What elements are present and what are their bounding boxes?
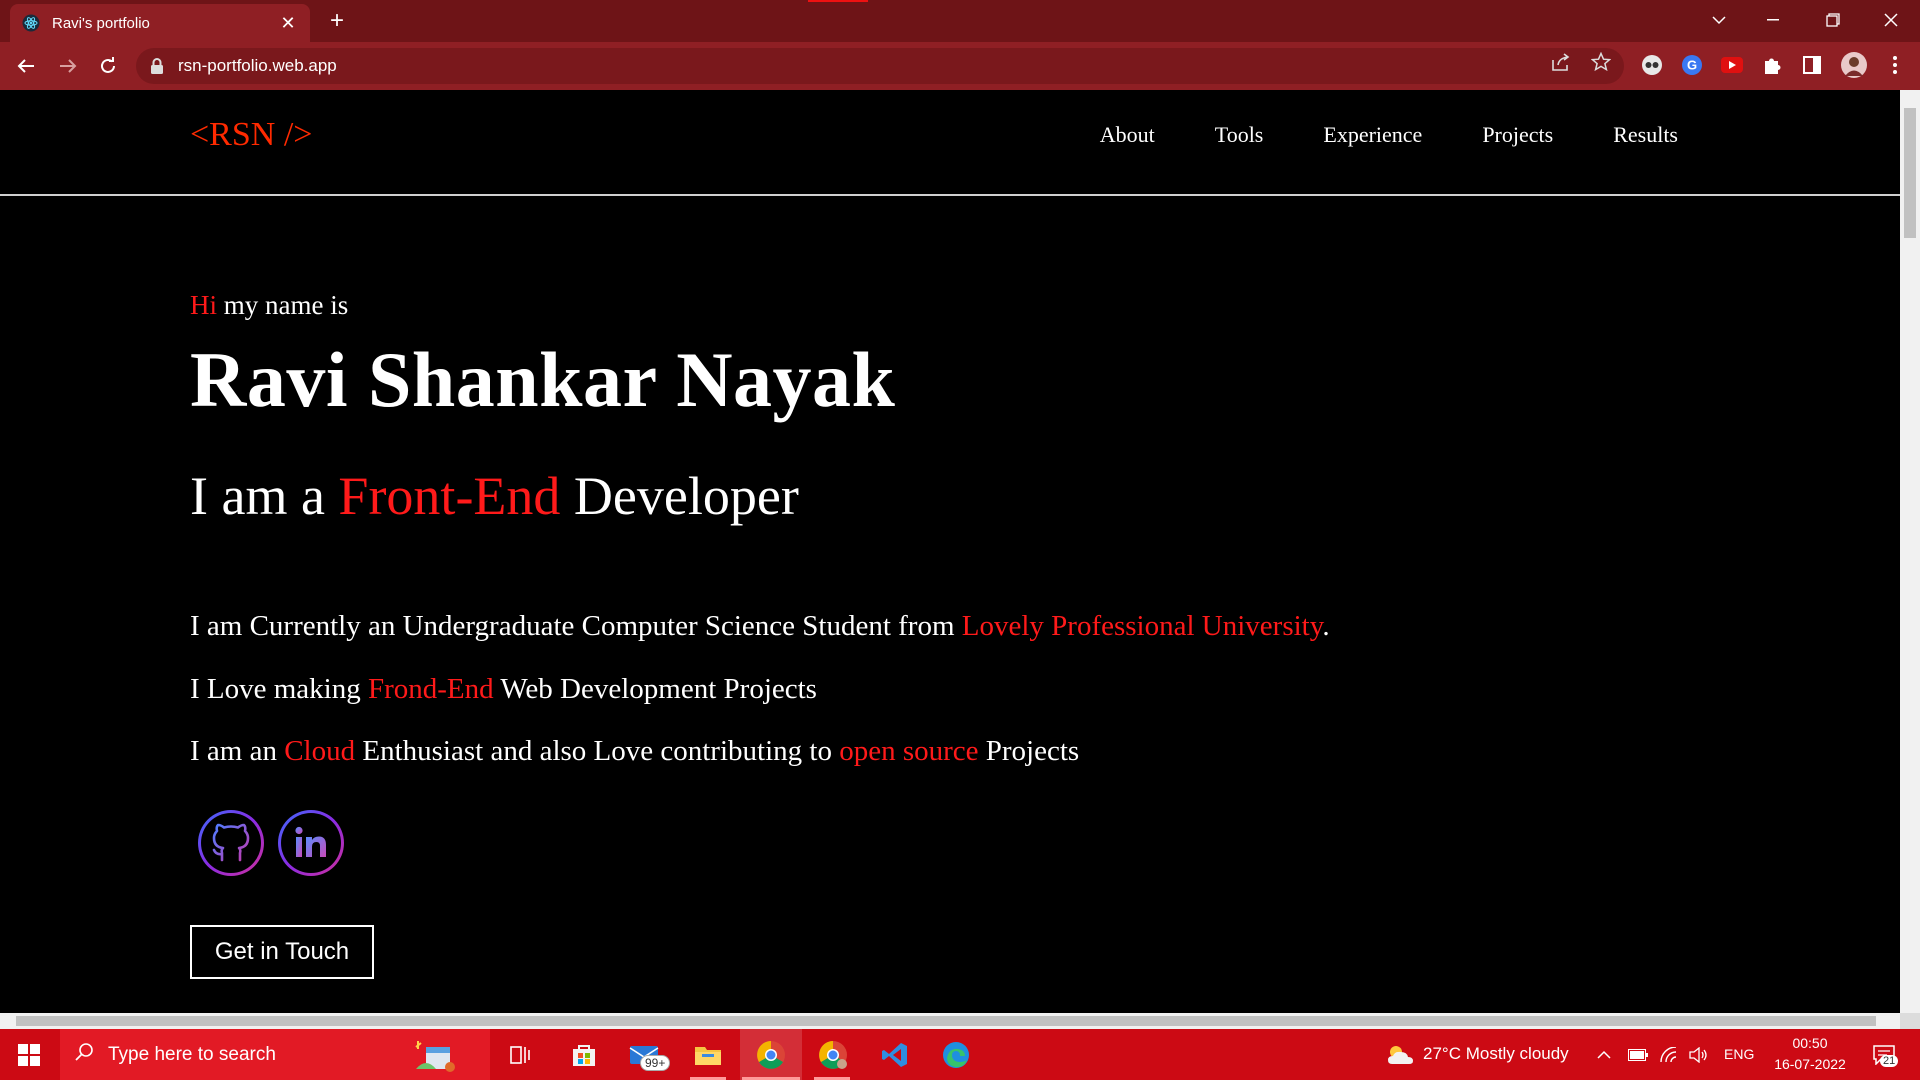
edge-icon[interactable] — [938, 1037, 974, 1073]
react-icon — [22, 14, 40, 32]
taskbar-clock[interactable]: 00:50 16-07-2022 — [1760, 1033, 1860, 1075]
line1-suffix: . — [1322, 610, 1330, 642]
restore-icon[interactable] — [1804, 0, 1862, 40]
tab-close-icon[interactable]: ✕ — [278, 13, 298, 33]
profile-avatar[interactable] — [1841, 52, 1867, 78]
horizontal-scrollbar[interactable] — [0, 1013, 1900, 1029]
nav-about[interactable]: About — [1100, 122, 1155, 148]
intro-line-3: I am an Cloud Enthusiast and also Love c… — [190, 735, 1079, 768]
hero-role: I am a Front-End Developer — [190, 465, 799, 527]
site-logo[interactable]: <RSN /> — [190, 116, 312, 154]
back-arrow-icon[interactable] — [10, 50, 42, 82]
extension-google-icon[interactable]: G — [1681, 54, 1703, 76]
bookmark-star-icon[interactable] — [1590, 51, 1612, 73]
extension-eyes-icon[interactable] — [1641, 54, 1663, 76]
address-bar[interactable]: rsn-portfolio.web.app — [136, 48, 1624, 84]
clock-time: 00:50 — [1792, 1035, 1828, 1051]
battery-icon[interactable] — [1626, 1037, 1650, 1073]
open-source-highlight: open source — [839, 735, 979, 767]
tab-title: Ravi's portfolio — [52, 14, 150, 32]
page-viewport: <RSN /> About Tools Experience Projects … — [0, 90, 1900, 1013]
browser-tabstrip: Ravi's portfolio ✕ + — [0, 0, 1920, 42]
line3-middle: Enthusiast and also Love contributing to — [355, 735, 840, 767]
language-indicator[interactable]: ENG — [1724, 1046, 1754, 1062]
horizontal-scroll-thumb[interactable] — [16, 1016, 1876, 1026]
nav-tools[interactable]: Tools — [1215, 122, 1264, 148]
scrollbar-corner — [1900, 1013, 1920, 1029]
forward-arrow-icon[interactable] — [52, 50, 84, 82]
reload-icon[interactable] — [92, 50, 124, 82]
vscode-icon[interactable] — [877, 1037, 913, 1073]
clock-date: 16-07-2022 — [1774, 1056, 1846, 1072]
search-icon — [74, 1042, 94, 1067]
new-tab-button[interactable]: + — [322, 6, 352, 36]
close-window-icon[interactable] — [1862, 0, 1920, 40]
linkedin-icon — [281, 813, 341, 873]
windows-taskbar: Type here to search 99+ 27°C Mostly clou… — [0, 1029, 1920, 1080]
microsoft-store-icon[interactable] — [566, 1037, 602, 1073]
lock-icon — [150, 58, 166, 74]
frontend-highlight: Frond-End — [367, 673, 494, 705]
file-explorer-icon[interactable] — [690, 1037, 726, 1073]
role-highlight: Front-End — [338, 466, 561, 526]
intro-line-2: I Love making Frond-End Web Development … — [190, 673, 817, 706]
svg-text:G: G — [1687, 58, 1697, 73]
line3-suffix: Projects — [978, 735, 1080, 767]
cloud-highlight: Cloud — [284, 735, 356, 767]
side-panel-icon[interactable] — [1801, 54, 1823, 76]
greeting-rest: my name is — [217, 290, 349, 320]
nav-results[interactable]: Results — [1613, 122, 1678, 148]
line1-prefix: I am Currently an Undergraduate Computer… — [190, 610, 962, 642]
vertical-scrollbar[interactable] — [1900, 90, 1920, 1013]
hero-name: Ravi Shankar Nayak — [190, 336, 896, 423]
weather-text[interactable]: 27°C Mostly cloudy — [1423, 1044, 1569, 1064]
get-in-touch-button[interactable]: Get in Touch — [190, 925, 374, 979]
taskbar-search-box[interactable]: Type here to search — [60, 1029, 490, 1080]
university-highlight: Lovely Professional University — [961, 610, 1323, 642]
vertical-scroll-thumb[interactable] — [1904, 108, 1916, 238]
browser-tab[interactable]: Ravi's portfolio ✕ — [10, 4, 310, 42]
linkedin-link[interactable] — [278, 810, 344, 876]
windows-start-icon[interactable] — [0, 1029, 58, 1080]
github-icon — [201, 813, 261, 873]
weather-cloud-icon[interactable] — [1382, 1037, 1418, 1073]
share-icon[interactable] — [1550, 51, 1572, 73]
chrome-icon[interactable] — [753, 1037, 789, 1073]
github-link[interactable] — [198, 810, 264, 876]
mail-badge: 99+ — [640, 1055, 671, 1071]
volume-icon[interactable] — [1686, 1037, 1710, 1073]
role-suffix: Developer — [560, 466, 799, 526]
line2-suffix: Web Development Projects — [493, 673, 817, 705]
site-header: <RSN /> About Tools Experience Projects … — [0, 90, 1900, 196]
greeting: Hi my name is — [190, 290, 348, 321]
chrome-profile-icon[interactable] — [815, 1037, 851, 1073]
intro-line-1: I am Currently an Undergraduate Computer… — [190, 610, 1330, 643]
search-highlight-icon — [412, 1037, 458, 1078]
tab-search-chevron-icon[interactable] — [1690, 0, 1748, 40]
role-prefix: I am a — [190, 466, 339, 526]
url-text: rsn-portfolio.web.app — [178, 56, 337, 75]
extensions-puzzle-icon[interactable] — [1761, 54, 1783, 76]
nav-projects[interactable]: Projects — [1482, 122, 1553, 148]
line2-prefix: I Love making — [190, 673, 368, 705]
minimize-icon[interactable] — [1744, 0, 1802, 40]
greeting-hi: Hi — [190, 290, 217, 320]
nav-experience[interactable]: Experience — [1323, 122, 1422, 148]
line3-prefix: I am an — [190, 735, 285, 767]
notifications-badge: 21 — [1880, 1055, 1899, 1067]
browser-menu-icon[interactable] — [1884, 54, 1906, 76]
search-placeholder: Type here to search — [108, 1043, 276, 1065]
tray-chevron-up-icon[interactable] — [1592, 1037, 1616, 1073]
task-view-icon[interactable] — [502, 1037, 538, 1073]
site-menu: About Tools Experience Projects Results — [1100, 122, 1678, 148]
wifi-icon[interactable] — [1656, 1037, 1680, 1073]
extension-youtube-icon[interactable] — [1721, 54, 1743, 76]
browser-toolbar: rsn-portfolio.web.app G — [0, 42, 1920, 90]
loading-indicator — [808, 0, 868, 2]
social-links — [198, 810, 344, 876]
